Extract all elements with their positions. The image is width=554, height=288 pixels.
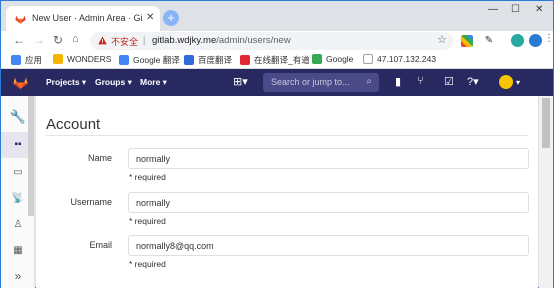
page-scrollbar[interactable] [539,96,553,288]
browser-toolbar: ← → ↻ ⌂ 不安全 | gitlab.wdjky.me/admin/user… [1,31,554,51]
bookmark-wonders[interactable]: WONDERS [53,54,111,64]
divider [46,135,528,136]
merge-request-icon[interactable]: ⑂ [417,75,424,87]
warning-icon [98,36,107,45]
extension-icon[interactable] [461,35,473,47]
username-label: Username [70,197,112,207]
search-icon: ⌕ [366,76,372,87]
gitlab-favicon-icon [15,15,26,24]
apps-icon [11,55,21,65]
name-field[interactable]: normally [128,148,529,169]
minimize-icon[interactable]: — [488,4,498,15]
bookmark-ip[interactable]: 47.107.132.243 [363,54,436,64]
profile-extension-icon[interactable] [511,34,524,47]
browser-tab[interactable]: New User · Admin Area · GitL ✕ [6,6,160,31]
todo-panel-icon[interactable]: ▮ [395,75,401,88]
google-icon [312,54,322,64]
close-window-icon[interactable]: ✕ [535,4,543,15]
bookmark-youdao[interactable]: 在线翻译_有道 [240,54,310,66]
chevron-down-icon[interactable]: ▾ [516,78,520,87]
bookmark-google-translate[interactable]: Google 翻译 [119,54,180,66]
bookmark-baidu-translate[interactable]: 百度翻译 [184,54,232,66]
scrollbar-thumb[interactable] [542,98,550,148]
gitlab-navbar: Projects ▾ Groups ▾ More ▾ ⊞▾ Search or … [1,69,553,96]
tab-close-icon[interactable]: ✕ [146,12,154,23]
gitlab-logo-icon[interactable] [13,75,28,89]
bookmarks-bar: 应用 WONDERS Google 翻译 百度翻译 在线翻译_有道 Google… [1,51,553,69]
home-icon[interactable]: ⌂ [72,33,79,45]
settings-icon[interactable]: ▦ [1,238,35,264]
account-icon[interactable] [529,34,542,47]
baidu-translate-icon [184,55,194,65]
security-label: 不安全 [111,37,139,47]
email-label: Email [89,240,112,250]
avatar[interactable] [499,75,513,89]
sidebar-scrollbar[interactable] [28,96,34,216]
nav-more[interactable]: More ▾ [140,77,167,88]
youdao-icon [240,55,250,65]
google-translate-icon [119,55,129,65]
username-required-hint: * required [129,216,166,226]
new-tab-button[interactable]: + [163,10,179,26]
username-field[interactable]: normally [128,192,529,213]
new-item-icon[interactable]: ⊞▾ [233,75,248,88]
issues-check-icon[interactable]: ☑ [444,75,454,88]
bookmark-star-icon[interactable]: ☆ [437,33,447,46]
back-icon[interactable]: ← [13,33,25,47]
browser-window: New User · Admin Area · GitL ✕ + — ☐ ✕ ←… [0,0,554,288]
tab-strip: New User · Admin Area · GitL ✕ + — ☐ ✕ [1,1,553,31]
page-icon [363,54,373,64]
expand-sidebar-icon[interactable]: » [1,262,35,288]
bookmark-apps[interactable]: 应用 [11,54,42,66]
pen-extension-icon[interactable]: ✎ [483,35,495,47]
admin-sidebar: 🔧 ▪▪ ▭ 📡 ♙ ▦ » [1,96,35,288]
main-content: Account Name normally * required Usernam… [36,96,538,288]
nav-groups[interactable]: Groups ▾ [95,77,132,88]
forward-icon[interactable]: → [33,33,45,47]
email-required-hint: * required [129,259,166,269]
url-text: gitlab.wdjky.me/admin/users/new [152,35,291,46]
search-input[interactable]: Search or jump to... ⌕ [263,73,379,92]
tab-title: New User · Admin Area · GitL [32,13,142,23]
email-field[interactable]: normally8@qq.com [128,235,529,256]
address-bar[interactable]: 不安全 | gitlab.wdjky.me/admin/users/new ☆ [90,32,453,50]
menu-icon[interactable]: ⋮ [544,33,554,44]
help-icon[interactable]: ?▾ [467,75,479,88]
reload-icon[interactable]: ↻ [53,33,63,47]
url-separator: | [143,35,146,45]
nav-projects[interactable]: Projects ▾ [46,77,86,88]
bookmark-google[interactable]: Google [312,54,353,64]
name-label: Name [87,153,112,163]
page-title: Account [46,116,101,133]
name-required-hint: * required [129,172,166,182]
maximize-icon[interactable]: ☐ [511,4,520,15]
folder-icon [53,54,63,64]
